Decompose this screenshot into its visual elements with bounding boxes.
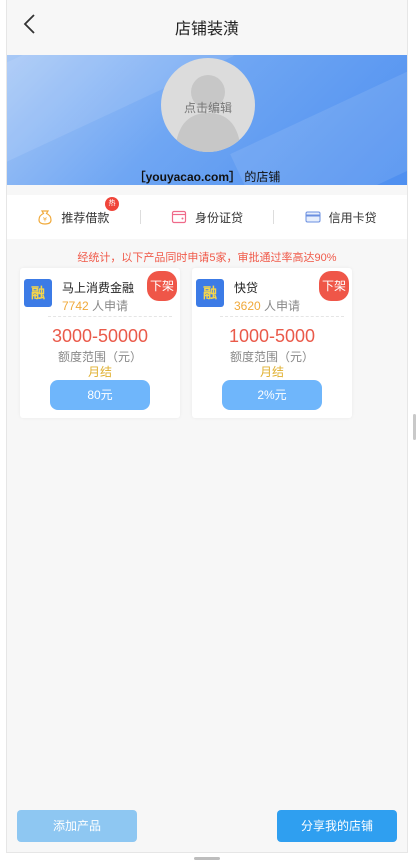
svg-text:¥: ¥ xyxy=(43,216,47,224)
approval-notice: 经统计，以下产品同时申请5家，审批通过率高达90% xyxy=(77,252,337,264)
tab-label: 信用卡贷 xyxy=(328,210,377,225)
amount-range: 3000-50000 xyxy=(51,326,149,346)
applicant-number: 7742 xyxy=(62,299,89,313)
divider xyxy=(48,316,172,317)
applicant-count: 7742 人申请 xyxy=(62,297,128,314)
money-bag-icon: ¥ xyxy=(38,210,52,225)
fee-button[interactable]: 2%元 xyxy=(222,380,322,410)
applicant-count: 3620 人申请 xyxy=(234,297,300,314)
applicant-suffix: 人申请 xyxy=(264,299,301,313)
amount-range: 1000-5000 xyxy=(228,326,316,346)
share-shop-button[interactable]: 分享我的店铺 xyxy=(277,810,397,842)
product-card[interactable]: 融 马上消费金融 7742 人申请 下架 3000-50000 额度范围（元） … xyxy=(20,268,180,418)
tab-recommended-loan[interactable]: ¥ 推荐借款 热 xyxy=(7,195,140,239)
shop-banner: 点击编辑 ［youyacao.com］ 的店铺 xyxy=(7,55,407,185)
tab-id-card-loan[interactable]: 身份证贷 xyxy=(141,195,274,239)
repayment-term: 月结 xyxy=(259,365,284,379)
tab-credit-card-loan[interactable]: 信用卡贷 xyxy=(274,195,407,239)
applicant-suffix: 人申请 xyxy=(92,299,129,313)
shop-name-domain: ［youyacao.com］ xyxy=(133,170,241,184)
credit-card-icon xyxy=(305,211,321,223)
phone-frame: 店铺装潢 点击编辑 ［youyacao.com］ 的店铺 ¥ 推荐借款 热 身份… xyxy=(6,0,408,853)
category-tabs: ¥ 推荐借款 热 身份证贷 信用卡贷 xyxy=(7,195,407,239)
delist-button[interactable]: 下架 xyxy=(319,271,349,301)
page-title: 店铺装潢 xyxy=(174,21,239,38)
product-name: 快贷 xyxy=(234,281,259,295)
repayment-term: 月结 xyxy=(87,365,112,379)
avatar[interactable]: 点击编辑 xyxy=(161,58,255,152)
scrollbar[interactable] xyxy=(413,414,416,440)
product-logo-icon: 融 xyxy=(24,279,52,307)
hot-badge: 热 xyxy=(105,197,119,211)
applicant-number: 3620 xyxy=(234,299,261,313)
product-logo-icon: 融 xyxy=(196,279,224,307)
banner-decoration xyxy=(230,55,407,185)
tab-label: 推荐借款 xyxy=(61,210,110,225)
top-bar: 店铺装潢 xyxy=(7,0,407,50)
shop-name-suffix: 的店铺 xyxy=(244,170,281,184)
home-indicator xyxy=(194,857,220,860)
delist-button[interactable]: 下架 xyxy=(147,271,177,301)
tab-label: 身份证贷 xyxy=(195,210,244,225)
divider xyxy=(220,316,344,317)
product-name: 马上消费金融 xyxy=(62,281,135,295)
fee-button[interactable]: 80元 xyxy=(50,380,150,410)
product-card[interactable]: 融 快贷 3620 人申请 下架 1000-5000 额度范围（元） 月结 2%… xyxy=(192,268,352,418)
shop-name: ［youyacao.com］ 的店铺 xyxy=(7,168,407,185)
wallet-icon xyxy=(171,210,187,224)
avatar-edit-label: 点击编辑 xyxy=(183,101,232,115)
add-product-button[interactable]: 添加产品 xyxy=(17,810,137,842)
